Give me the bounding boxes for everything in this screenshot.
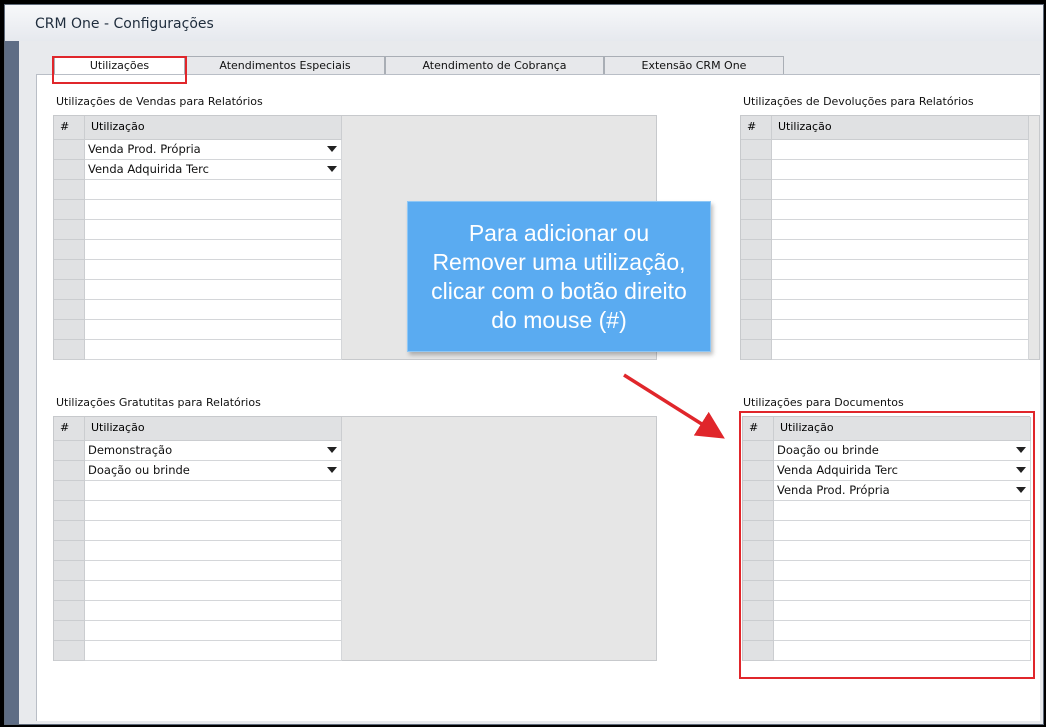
arrow-annotation [623, 373, 725, 439]
arrow-icon [623, 373, 725, 439]
instruction-callout: Para adicionar ou Remover uma utilização… [407, 201, 711, 352]
